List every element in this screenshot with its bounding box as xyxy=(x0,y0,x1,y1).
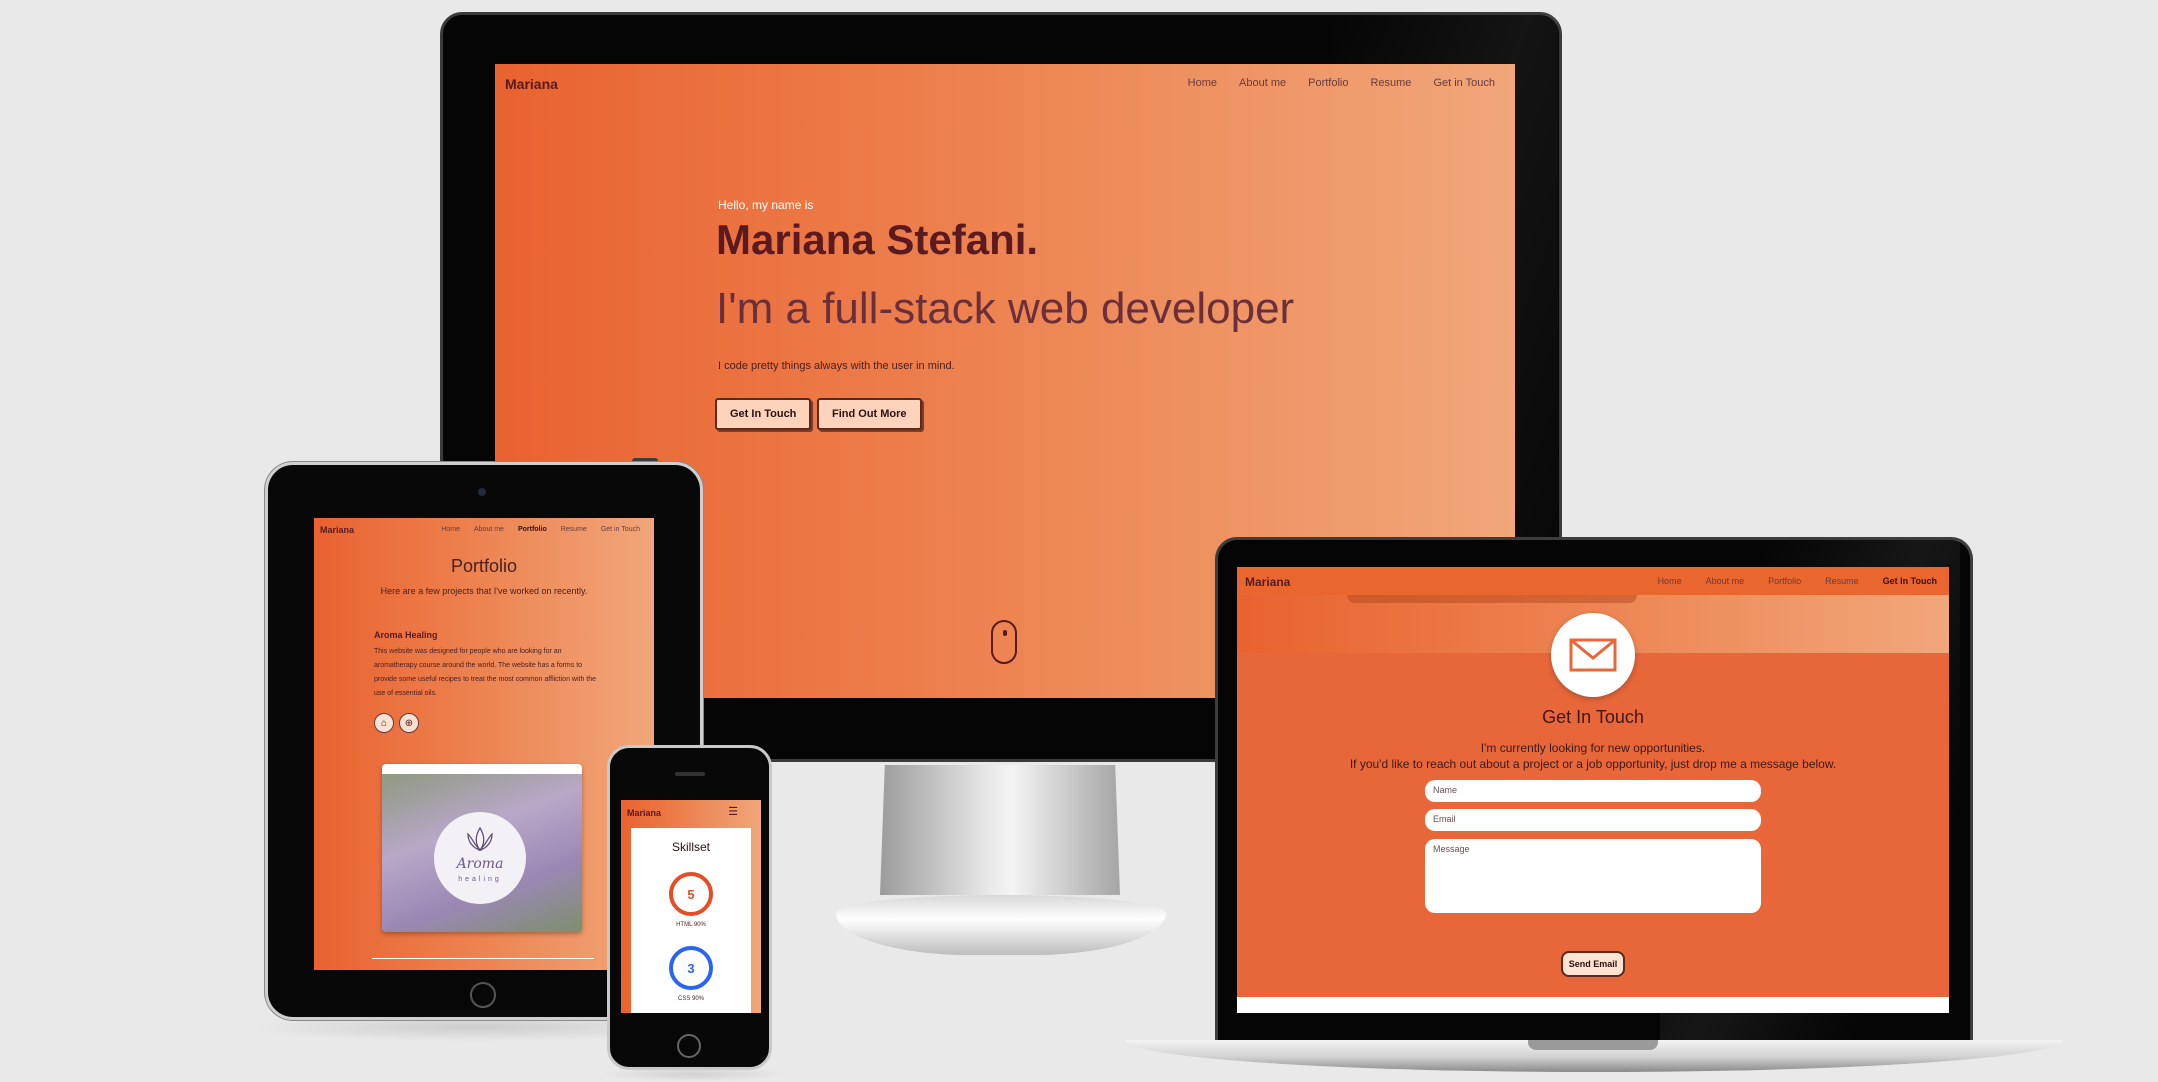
laptop-notch xyxy=(1528,1040,1658,1050)
nav-about[interactable]: About me xyxy=(1239,77,1286,89)
aroma-logo-subtext: healing xyxy=(458,876,502,883)
nav-about[interactable]: About me xyxy=(1706,576,1745,586)
hero-title: I'm a full-stack web developer xyxy=(716,284,1295,333)
lotus-icon xyxy=(467,826,493,852)
send-email-button[interactable]: Send Email xyxy=(1561,951,1625,977)
message-field[interactable]: Message xyxy=(1425,839,1761,913)
contact-line-2: If you'd like to reach out about a proje… xyxy=(1349,757,1837,771)
contact-heading: Get In Touch xyxy=(1542,707,1644,727)
nav-home[interactable]: Home xyxy=(1188,77,1217,89)
find-out-more-button[interactable]: Find Out More xyxy=(817,398,922,430)
aroma-logo: Aroma healing xyxy=(434,812,526,904)
nav-resume[interactable]: Resume xyxy=(1370,77,1411,89)
skill-label-css: CSS 90% xyxy=(677,996,704,1002)
page-footer-strip xyxy=(1237,997,1949,1013)
tablet-home-button xyxy=(470,982,496,1008)
project-image[interactable]: Aroma healing xyxy=(382,764,582,932)
skillset-heading: Skillset xyxy=(671,840,710,854)
nav-resume[interactable]: Resume xyxy=(561,526,587,533)
nav-contact[interactable]: Get in Touch xyxy=(1433,77,1495,89)
phone-screen: Mariana ☰ Skillset 5 HTML 90% 3 CSS 90% xyxy=(621,800,761,1013)
navbar-shadow xyxy=(1347,595,1637,603)
nav-contact[interactable]: Get In Touch xyxy=(1883,576,1937,586)
nav-portfolio[interactable]: Portfolio xyxy=(518,526,547,533)
brand-logo[interactable]: Mariana xyxy=(627,808,661,818)
nav-resume[interactable]: Resume xyxy=(1825,576,1859,586)
skillset-card: Skillset 5 HTML 90% 3 CSS 90% xyxy=(631,828,751,1013)
scroll-mouse-icon[interactable] xyxy=(991,620,1017,664)
project-title: Aroma Healing xyxy=(374,630,438,640)
brand-logo[interactable]: Mariana xyxy=(320,525,354,535)
phone-speaker xyxy=(675,772,705,776)
aroma-logo-text: Aroma xyxy=(456,856,504,872)
github-icon[interactable]: ⌂ xyxy=(374,713,394,733)
email-field[interactable]: Email xyxy=(1425,809,1761,831)
css3-icon: 3 xyxy=(669,946,713,990)
phone-home-button xyxy=(677,1034,701,1058)
project-description: This website was designed for people who… xyxy=(374,648,597,697)
laptop-nav: Home About me Portfolio Resume Get In To… xyxy=(1658,576,1937,586)
hero-name: Mariana Stefani. xyxy=(716,216,1039,263)
brand-logo[interactable]: Mariana xyxy=(505,76,558,92)
monitor-nav: Home About me Portfolio Resume Get in To… xyxy=(1188,77,1495,89)
tablet-nav: Home About me Portfolio Resume Get in To… xyxy=(441,526,640,533)
hero-description: I code pretty things always with the use… xyxy=(718,360,955,372)
nav-home[interactable]: Home xyxy=(1658,576,1682,586)
monitor-stand xyxy=(880,765,1120,895)
nav-about[interactable]: About me xyxy=(474,526,504,533)
tablet-camera xyxy=(478,488,486,496)
portfolio-heading: Portfolio xyxy=(450,556,518,576)
monitor-base xyxy=(836,895,1166,955)
tablet-navbar: Mariana Home About me Portfolio Resume G… xyxy=(314,518,654,542)
laptop-screen: Mariana Home About me Portfolio Resume G… xyxy=(1237,567,1949,1013)
hero-greeting: Hello, my name is xyxy=(718,198,814,212)
name-field[interactable]: Name xyxy=(1425,780,1761,802)
get-in-touch-button[interactable]: Get In Touch xyxy=(715,398,812,430)
html5-icon: 5 xyxy=(669,872,713,916)
nav-portfolio[interactable]: Portfolio xyxy=(1768,576,1801,586)
tablet-screen: Mariana Home About me Portfolio Resume G… xyxy=(314,518,654,970)
skill-label-html: HTML 90% xyxy=(676,922,706,928)
hamburger-menu-icon[interactable]: ☰ xyxy=(725,806,741,818)
divider xyxy=(372,958,594,959)
contact-line-1: I'm currently looking for new opportunit… xyxy=(1480,741,1706,755)
nav-portfolio[interactable]: Portfolio xyxy=(1308,77,1348,89)
brand-logo[interactable]: Mariana xyxy=(1245,575,1290,589)
laptop-navbar: Mariana Home About me Portfolio Resume G… xyxy=(1237,567,1949,595)
nav-contact[interactable]: Get in Touch xyxy=(601,526,640,533)
phone-navbar: Mariana ☰ xyxy=(621,800,761,826)
nav-home[interactable]: Home xyxy=(441,526,460,533)
portfolio-subtitle: Here are a few projects that I've worked… xyxy=(380,586,588,596)
envelope-icon xyxy=(1551,613,1635,697)
website-icon[interactable]: ⊕ xyxy=(399,713,419,733)
